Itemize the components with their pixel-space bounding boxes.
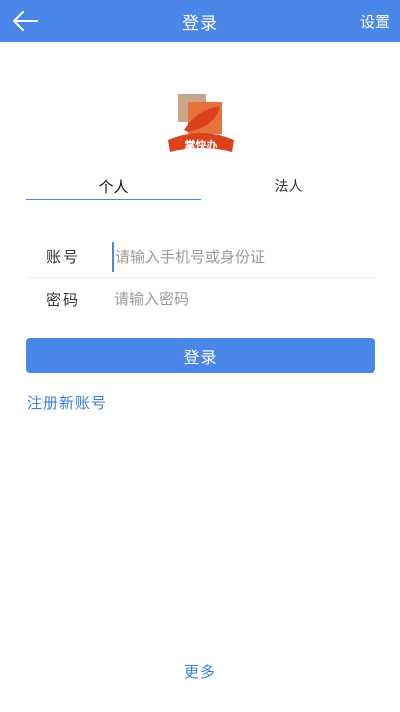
login-type-tabs: 个人 法人: [26, 170, 376, 202]
header-bar: 登录 设置: [0, 0, 400, 42]
tab-legal-person[interactable]: 法人: [201, 170, 376, 202]
login-form: 账号 密码: [26, 236, 376, 320]
register-link[interactable]: 注册新账号: [27, 392, 107, 413]
login-button[interactable]: 登录: [26, 338, 375, 373]
app-logo: 掌快办: [166, 90, 236, 156]
page-title: 登录: [182, 13, 218, 34]
account-label: 账号: [46, 248, 81, 266]
login-screen: 登录 设置 掌快办 个人 法人 账号 密码 登录 注册新账号 更多: [0, 0, 400, 712]
back-button[interactable]: [8, 6, 42, 36]
password-row: 密码: [26, 278, 376, 320]
password-label: 密码: [46, 290, 81, 309]
arrow-left-icon: [13, 11, 38, 31]
account-row: 账号: [26, 236, 376, 278]
account-input[interactable]: [112, 241, 376, 272]
logo-text: 掌快办: [185, 138, 218, 152]
password-input[interactable]: [112, 284, 376, 314]
app-logo-graphic: 掌快办: [168, 94, 234, 152]
more-link[interactable]: 更多: [0, 661, 400, 682]
tab-individual[interactable]: 个人: [26, 170, 201, 202]
settings-button[interactable]: 设置: [360, 0, 390, 42]
